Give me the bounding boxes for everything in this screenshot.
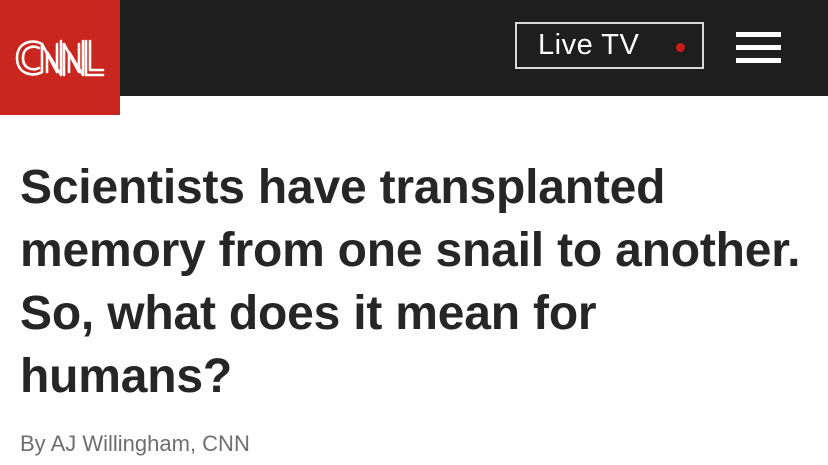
hamburger-menu-icon[interactable] [736,32,781,64]
cnn-logo[interactable] [0,0,120,115]
live-tv-button[interactable]: Live TV [515,22,704,69]
menu-line [736,45,781,50]
top-navigation-bar: Live TV [0,0,828,115]
menu-line [736,32,781,37]
article-headline: Scientists have transplanted memory from… [20,161,801,403]
article-byline: By AJ Willingham, CNN [20,431,250,456]
live-tv-label: Live TV [538,29,640,61]
cnn-logo-icon [15,39,105,76]
menu-line [736,58,781,63]
live-indicator-dot-icon [676,43,685,52]
